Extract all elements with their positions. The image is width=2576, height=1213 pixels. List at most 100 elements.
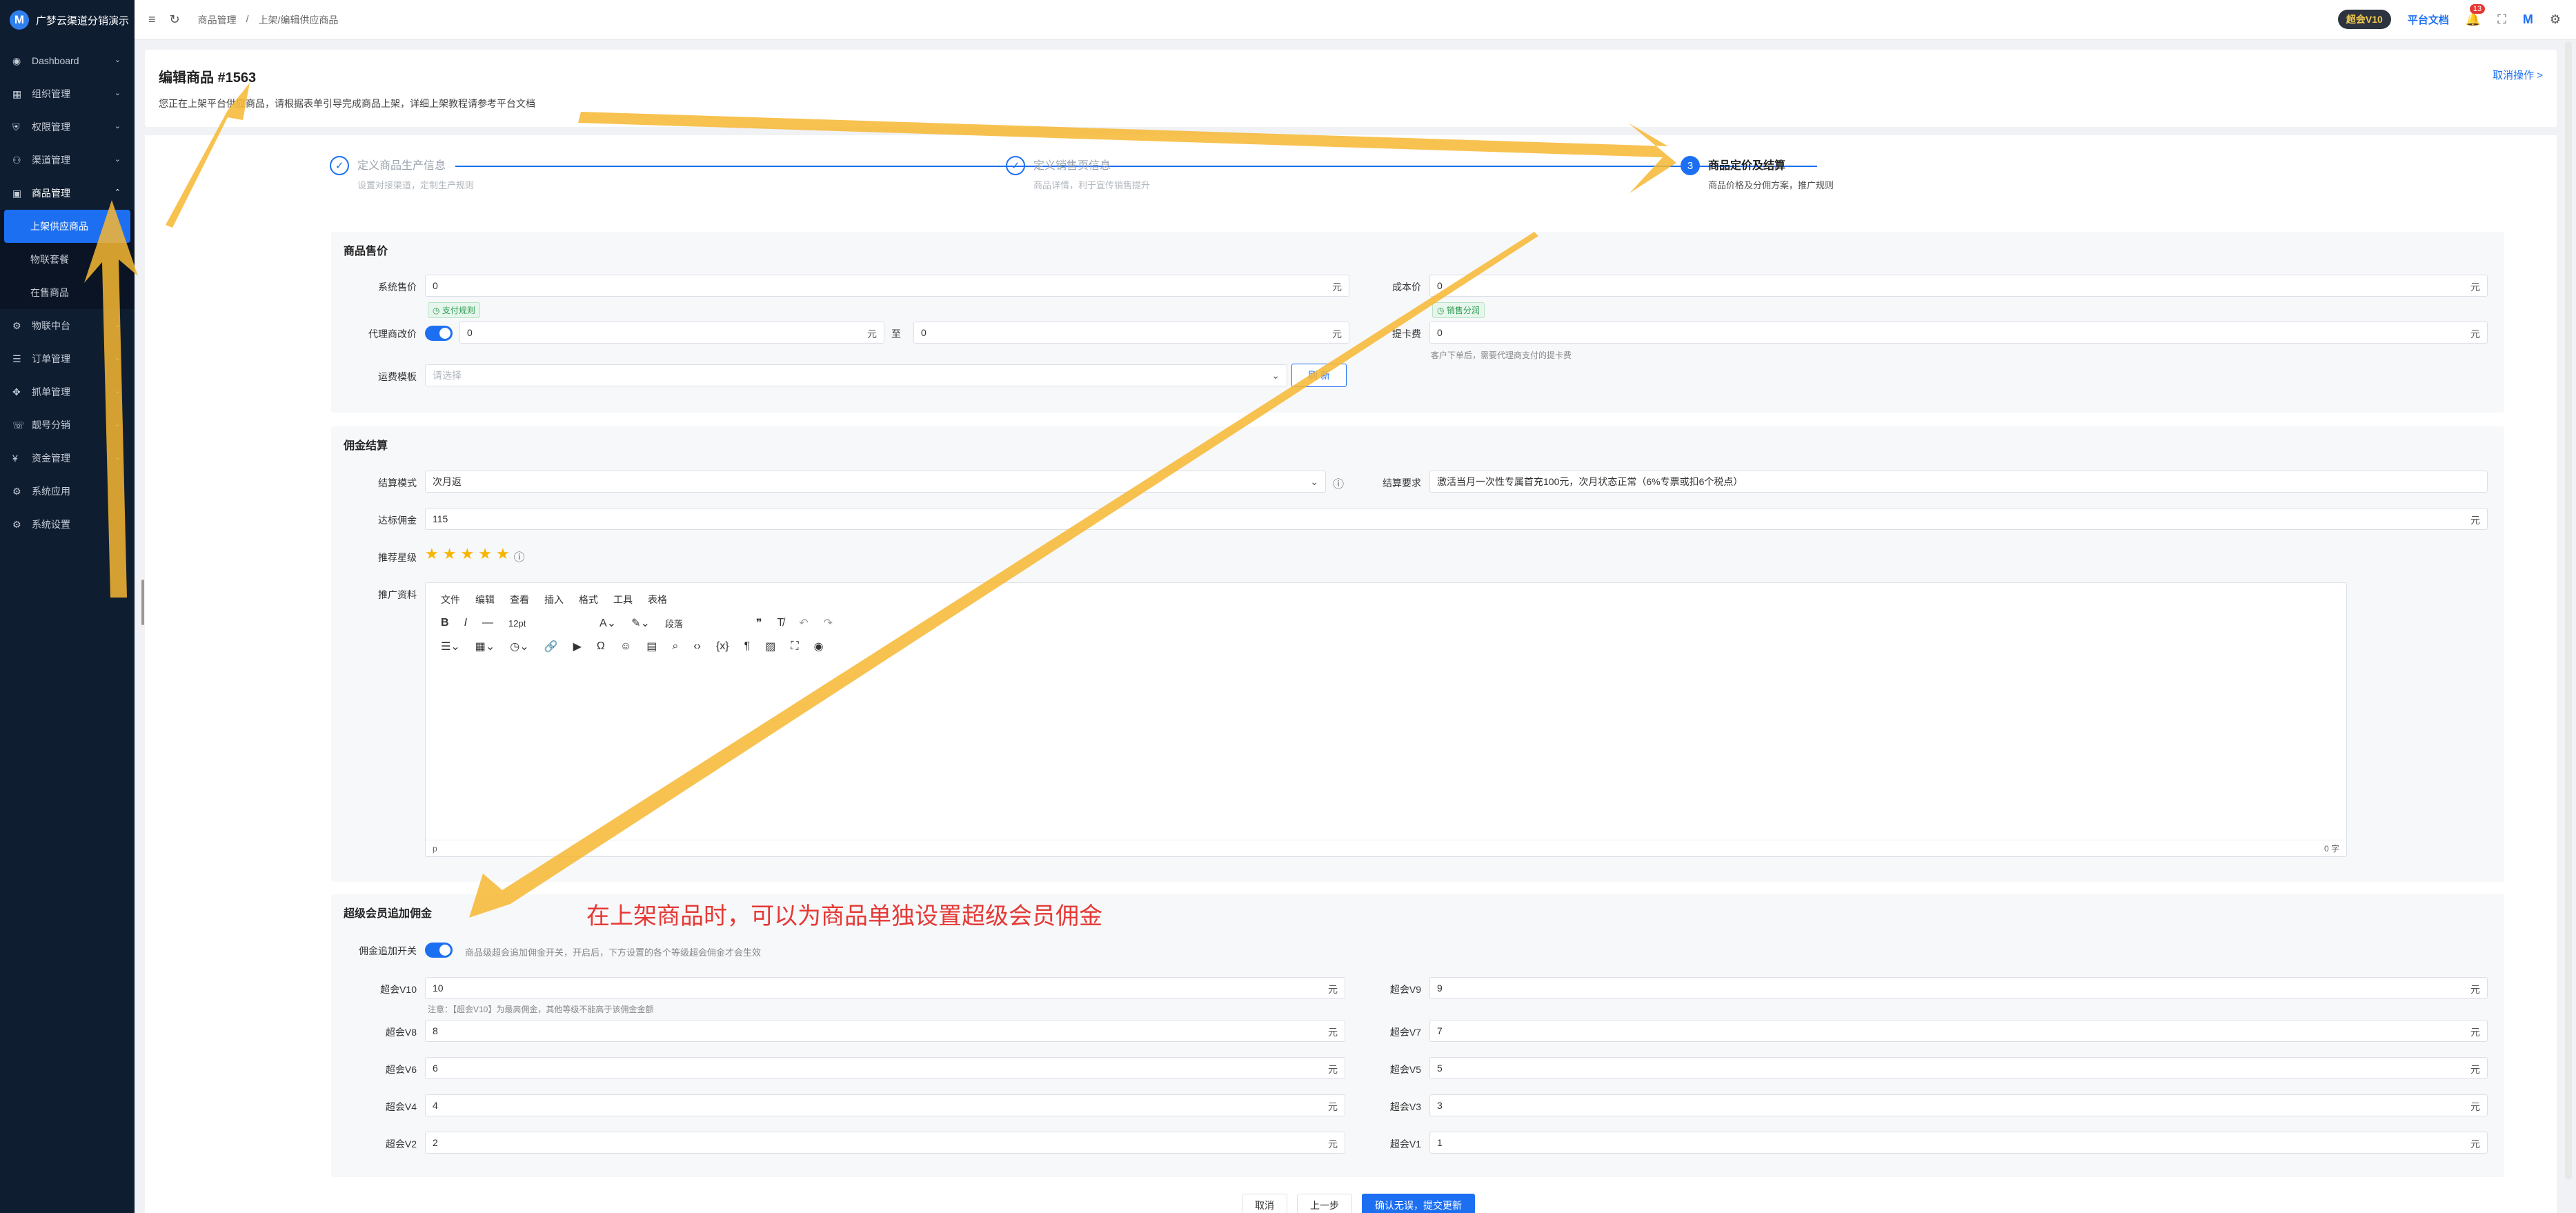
sidebar-item-org[interactable]: ▦ 组织管理 ⌄ [0, 77, 135, 110]
vip-v3-input[interactable]: 3元 [1429, 1094, 2488, 1116]
italic-icon[interactable]: I [464, 617, 467, 629]
settlement-mode-select[interactable]: 次月返 ⌄ [425, 471, 1326, 493]
media-icon[interactable]: ▶ [573, 640, 582, 653]
sales-profit-tag[interactable]: ◷ 销售分润 [1432, 302, 1485, 318]
editor-menu-file[interactable]: 文件 [441, 593, 460, 606]
logo-row[interactable]: M 广梦云渠道分销演示 [0, 0, 135, 40]
paragraph-select[interactable]: 段落 [665, 617, 741, 630]
sidebar-item-app[interactable]: ⚙ 系统应用 [0, 475, 135, 508]
table-icon[interactable]: ▦⌄ [475, 640, 495, 653]
redo-icon[interactable]: ↷ [824, 616, 833, 630]
step-1[interactable]: ✓ 定义商品生产信息 设置对接渠道，定制生产规则 [330, 156, 474, 191]
paragraph-mark-icon[interactable]: ¶ [744, 640, 751, 653]
settlement-requirement-input[interactable]: 激活当月一次性专属首充100元，次月状态正常（6%专票或扣6个税点） [1429, 471, 2488, 493]
payment-rule-tag[interactable]: ◷ 支付规则 [428, 302, 480, 318]
reach-commission-input[interactable]: 115 元 [425, 508, 2488, 530]
submenu-item-iot-package[interactable]: 物联套餐 [0, 243, 135, 276]
sidebar-item-goods[interactable]: ▣ 商品管理 ⌃ [0, 177, 135, 210]
agent-max-price-input[interactable]: 0元 [913, 322, 1349, 344]
fullscreen-icon[interactable]: ⛶ [791, 640, 798, 653]
star-icon[interactable]: ★ [460, 545, 474, 564]
system-price-input[interactable]: 0元 [425, 275, 1349, 297]
menu-toggle-icon[interactable]: ≡ [148, 12, 156, 27]
search-icon[interactable]: ⌕ [672, 640, 678, 653]
vip-v2-input[interactable]: 2元 [425, 1132, 1345, 1154]
star-rating[interactable]: ★ ★ ★ ★ ★ ⓘ [425, 545, 525, 564]
image-icon[interactable]: ▨ [765, 640, 775, 653]
sidebar-item-number[interactable]: ☏ 靓号分销 ⌄ [0, 408, 135, 442]
highlight-icon[interactable]: ✎⌄ [631, 616, 650, 630]
sidebar-item-label: 权限管理 [32, 121, 70, 132]
breadcrumb-item[interactable]: 商品管理 [198, 13, 237, 27]
help-icon[interactable]: ⓘ [514, 548, 525, 564]
vip-badge[interactable]: 超会V10 [2337, 10, 2391, 29]
text-color-icon[interactable]: A⌄ [600, 616, 616, 630]
emoji-icon[interactable]: ☺ [620, 640, 631, 653]
editor-menu-view[interactable]: 查看 [510, 593, 529, 606]
list-icon[interactable]: ☰⌄ [441, 640, 460, 653]
strikethrough-icon[interactable]: — [482, 617, 493, 629]
sidebar-item-fund[interactable]: ¥ 资金管理 ⌄ [0, 442, 135, 475]
preview-icon[interactable]: ◉ [814, 640, 824, 653]
agent-min-price-input[interactable]: 0元 [459, 322, 884, 344]
sidebar-resize-handle[interactable] [141, 580, 144, 625]
star-icon[interactable]: ★ [478, 545, 492, 564]
refresh-freight-button[interactable]: 刷 新 [1291, 364, 1347, 387]
cost-price-input[interactable]: 0元 [1429, 275, 2488, 297]
sidebar-item-permission[interactable]: ⛨ 权限管理 ⌄ [0, 110, 135, 144]
gear-icon[interactable]: ⚙ [2550, 12, 2561, 27]
editor-menu-insert[interactable]: 插入 [544, 593, 564, 606]
step-3[interactable]: 3 商品定价及结算 商品价格及分佣方案，推广规则 [1681, 156, 1834, 191]
submenu-item-on-sale[interactable]: 在售商品 [0, 276, 135, 309]
step-subtitle: 设置对接渠道，定制生产规则 [357, 180, 475, 190]
vip-v8-input[interactable]: 8元 [425, 1020, 1345, 1042]
submit-update-button[interactable]: 确认无误，提交更新 [1362, 1194, 1475, 1213]
platform-doc-link[interactable]: 平台文档 [2408, 12, 2449, 27]
editor-menu-edit[interactable]: 编辑 [475, 593, 495, 606]
fullscreen-icon[interactable]: ⛶ [2497, 12, 2506, 27]
bold-icon[interactable]: B [441, 617, 449, 629]
editor-menu-table[interactable]: 表格 [648, 593, 667, 606]
quote-icon[interactable]: ❞ [756, 616, 762, 630]
sidebar-item-grab[interactable]: ✥ 抓单管理 ⌄ [0, 375, 135, 408]
page-scrollbar[interactable] [2565, 41, 2572, 1180]
vip-commission-toggle[interactable] [425, 943, 453, 958]
sidebar-item-order[interactable]: ☰ 订单管理 ⌄ [0, 342, 135, 375]
code-icon[interactable]: ‹› [693, 640, 701, 653]
cancel-button[interactable]: 取消 [1242, 1194, 1287, 1213]
clear-format-icon[interactable]: T̸ [777, 617, 784, 629]
star-icon[interactable]: ★ [496, 545, 510, 564]
vip-v1-input[interactable]: 1元 [1429, 1132, 2488, 1154]
font-size-select[interactable]: 12pt [508, 618, 584, 629]
agent-price-toggle[interactable] [425, 326, 453, 341]
sidebar-item-dashboard[interactable]: ◉ Dashboard ⌄ [0, 44, 135, 77]
sidebar-item-iot[interactable]: ⚙ 物联中台 ⌄ [0, 309, 135, 342]
sidebar-item-settings[interactable]: ⚙ 系统设置 [0, 508, 135, 541]
bell-icon[interactable]: 🔔 13 [2466, 3, 2486, 27]
prev-step-button[interactable]: 上一步 [1297, 1194, 1352, 1213]
vip-v6-input[interactable]: 6元 [425, 1057, 1345, 1079]
card-fee-input[interactable]: 0元 [1429, 322, 2488, 344]
vip-v10-input[interactable]: 10 元 [425, 977, 1345, 999]
vip-v5-input[interactable]: 5元 [1429, 1057, 2488, 1079]
editor-menu-format[interactable]: 格式 [579, 593, 598, 606]
step-2[interactable]: ✓ 定义销售页信息 商品详情，利于宣传销售提升 [1006, 156, 1150, 191]
refresh-icon[interactable]: ↻ [170, 12, 180, 27]
cancel-operation-link[interactable]: 取消操作 > [2493, 68, 2543, 82]
clock-icon[interactable]: ◷⌄ [510, 640, 528, 653]
link-icon[interactable]: 🔗 [544, 640, 558, 653]
star-icon[interactable]: ★ [443, 545, 457, 564]
omega-icon[interactable]: Ω [597, 640, 605, 653]
template-icon[interactable]: ▤ [646, 640, 657, 653]
editor-menu-tools[interactable]: 工具 [613, 593, 633, 606]
undo-icon[interactable]: ↶ [799, 616, 808, 630]
rich-text-editor[interactable]: 文件 编辑 查看 插入 格式 工具 表格 B I — 12pt A⌄ ✎⌄ 段落 ❞ T… [425, 582, 2347, 857]
vip-v7-input[interactable]: 7元 [1429, 1020, 2488, 1042]
star-icon[interactable]: ★ [425, 545, 439, 564]
vip-v4-input[interactable]: 4元 [425, 1094, 1345, 1116]
variable-icon[interactable]: {x} [716, 640, 729, 653]
vip-v9-input[interactable]: 9元 [1429, 977, 2488, 999]
freight-template-select[interactable]: 请选择 ⌄ [425, 364, 1287, 386]
submenu-item-list-goods[interactable]: 上架供应商品 [4, 210, 130, 243]
sidebar-item-channel[interactable]: ⚇ 渠道管理 ⌄ [0, 144, 135, 177]
